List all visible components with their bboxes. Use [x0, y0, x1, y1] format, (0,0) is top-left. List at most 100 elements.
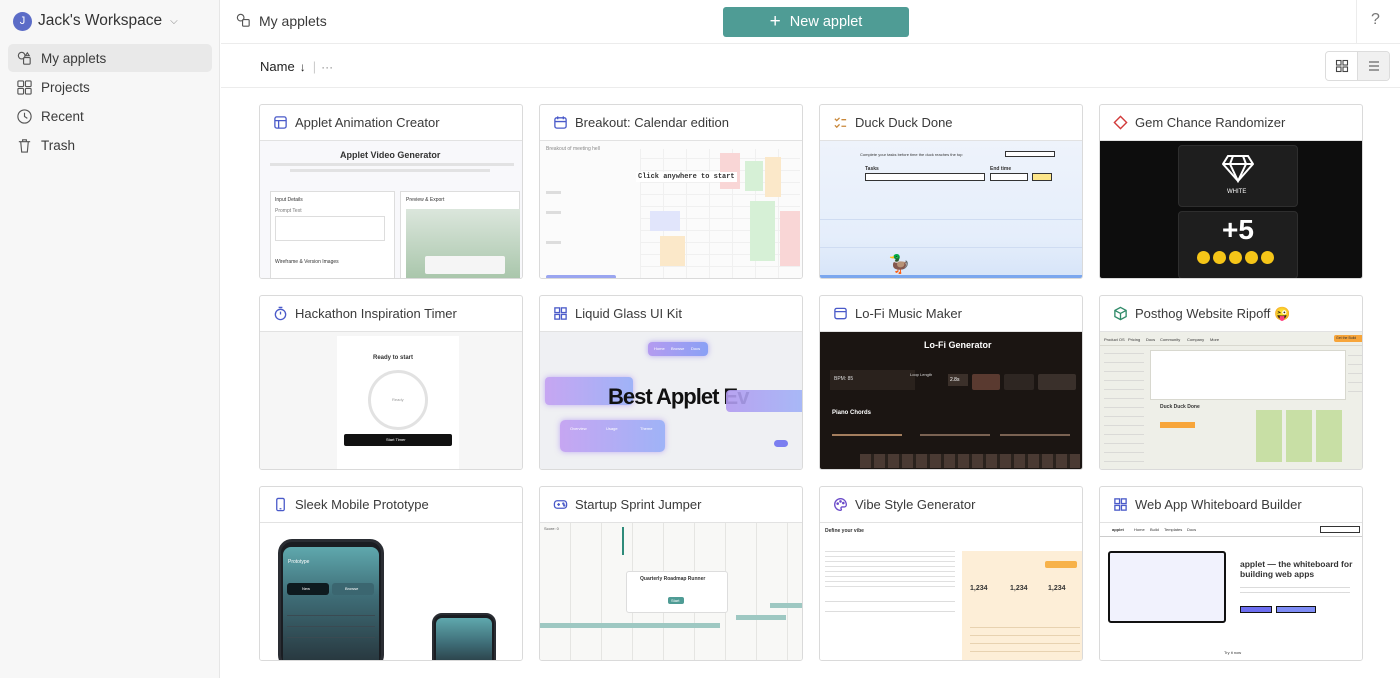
- card-title: Gem Chance Randomizer: [1135, 115, 1286, 130]
- thumb-text: Quarterly Roadmap Runner: [640, 576, 706, 582]
- sidebar-item-my-applets[interactable]: My applets: [8, 44, 212, 72]
- sidebar-nav: My applets Projects Recent Trash: [8, 44, 212, 160]
- workspace-switcher[interactable]: J Jack's Workspace ⌵: [13, 11, 178, 31]
- card-header: Vibe Style Generator: [820, 487, 1082, 523]
- applet-card[interactable]: Sleek Mobile Prototype Prototype New Bro…: [259, 486, 523, 661]
- thumb-text: +5: [1222, 214, 1254, 245]
- applet-card[interactable]: Breakout: Calendar edition Breakout of m…: [539, 104, 803, 279]
- timer-icon: [274, 306, 287, 321]
- card-header: Sleek Mobile Prototype: [260, 487, 522, 523]
- workspace-avatar: J: [13, 11, 32, 31]
- thumb-text: 1,234: [970, 585, 988, 592]
- applet-card[interactable]: Liquid Glass UI Kit Home Browse Docs Bes…: [539, 295, 803, 470]
- thumb-text: Theme: [640, 426, 653, 431]
- applet-card[interactable]: Posthog Website Ripoff 😜 Product OS Pric…: [1099, 295, 1363, 470]
- thumb-text: Overview: [570, 426, 587, 431]
- applet-card[interactable]: Web App Whiteboard Builder applet Home B…: [1099, 486, 1363, 661]
- thumb-text: Define your vibe: [825, 528, 864, 534]
- diamond-icon: [1113, 115, 1128, 130]
- sidebar-item-label: My applets: [41, 50, 107, 66]
- grid-icon: [554, 307, 567, 320]
- card-header: Gem Chance Randomizer: [1100, 105, 1362, 141]
- sidebar-item-recent[interactable]: Recent: [8, 102, 212, 130]
- thumb-text: Community: [1160, 337, 1181, 342]
- breadcrumb-label: My applets: [259, 12, 327, 29]
- card-header: Lo-Fi Music Maker: [820, 296, 1082, 332]
- browser-icon: [834, 307, 847, 320]
- thumb-text: Click anywhere to start: [636, 172, 737, 182]
- thumb-text: Duck Duck Done: [1160, 404, 1200, 410]
- thumb-text: Home: [1134, 527, 1145, 532]
- thumb-text: Browse: [345, 586, 359, 591]
- layout-icon: [274, 116, 287, 129]
- plus-icon: +: [769, 10, 781, 32]
- phone-icon: [276, 497, 285, 512]
- sidebar-item-label: Recent: [41, 108, 84, 124]
- sidebar-item-label: Trash: [41, 137, 76, 153]
- sidebar-item-trash[interactable]: Trash: [8, 131, 212, 159]
- divider: [1356, 0, 1357, 44]
- thumb-text: Tasks: [865, 166, 879, 172]
- thumb-text: 1,234: [1010, 585, 1028, 592]
- divider: |: [312, 59, 317, 74]
- card-title: Breakout: Calendar edition: [575, 115, 729, 130]
- thumb-text: Usage: [606, 426, 618, 431]
- thumb-text: Loop Length: [910, 372, 933, 377]
- card-thumbnail: Breakout of meeting hell Click anywhere …: [540, 141, 802, 278]
- card-title: Liquid Glass UI Kit: [575, 306, 682, 321]
- thumb-text: Preview & Export: [406, 197, 445, 203]
- applet-card[interactable]: Duck Duck Done Complete your tasks befor…: [819, 104, 1083, 279]
- card-title: Hackathon Inspiration Timer: [295, 306, 457, 321]
- card-header: Breakout: Calendar edition: [540, 105, 802, 141]
- applet-card[interactable]: Lo-Fi Music Maker Lo-Fi Generator BPM: 8…: [819, 295, 1083, 470]
- gamepad-icon: [553, 500, 568, 509]
- card-thumbnail: Score: 0 Quarterly Roadmap Runner Start: [540, 523, 802, 660]
- card-header: Hackathon Inspiration Timer: [260, 296, 522, 332]
- projects-icon: [17, 79, 32, 95]
- applet-card[interactable]: Vibe Style Generator Define your vibe 1,…: [819, 486, 1083, 661]
- sort-control[interactable]: Name ↓ | ···: [260, 59, 333, 74]
- grid-view-button[interactable]: [1326, 52, 1357, 80]
- sidebar-item-projects[interactable]: Projects: [8, 73, 212, 101]
- sidebar-item-label: Projects: [41, 79, 90, 95]
- card-thumbnail: WHITE +5: [1100, 141, 1362, 278]
- card-title: Startup Sprint Jumper: [575, 497, 702, 512]
- list-view-button[interactable]: [1357, 52, 1389, 80]
- thumb-text: More: [1210, 337, 1220, 342]
- card-title: Lo-Fi Music Maker: [855, 306, 962, 321]
- grid-icon: [1335, 59, 1348, 73]
- thumb-text: End time: [990, 166, 1012, 172]
- applet-card[interactable]: Startup Sprint Jumper Score: 0 Quarterly…: [539, 486, 803, 661]
- applet-card[interactable]: Gem Chance Randomizer WHITE +5: [1099, 104, 1363, 279]
- thumb-text: Start Timer: [386, 437, 406, 442]
- trash-icon: [18, 138, 31, 153]
- grid-icon: [1114, 498, 1127, 511]
- card-title: Web App Whiteboard Builder: [1135, 497, 1302, 512]
- thumb-text: Start: [671, 598, 680, 603]
- card-thumbnail: Define your vibe 1,234 1,234 1,234: [820, 523, 1082, 660]
- thumb-text: Ready: [392, 397, 404, 402]
- card-header: Applet Animation Creator: [260, 105, 522, 141]
- arrow-down-icon: ↓: [299, 59, 306, 74]
- workspace-name: Jack's Workspace: [38, 12, 163, 29]
- more-icon[interactable]: ···: [321, 60, 333, 74]
- card-thumbnail: Complete your tasks before time the duck…: [820, 141, 1082, 278]
- thumb-text: Templates: [1164, 527, 1183, 532]
- applet-card[interactable]: Hackathon Inspiration Timer Ready to sta…: [259, 295, 523, 470]
- duck-icon: 🦆: [888, 254, 911, 274]
- thumb-text: Prototype: [288, 559, 310, 565]
- thumb-text: applet — the whiteboard for building web…: [1240, 559, 1353, 579]
- thumb-text: Applet Video Generator: [340, 150, 441, 160]
- card-title: Applet Animation Creator: [295, 115, 440, 130]
- thumb-text: Try it now: [1224, 650, 1242, 655]
- card-thumbnail: Lo-Fi Generator BPM: 85 Loop Length 2.8s…: [820, 332, 1082, 469]
- view-toggle: [1325, 51, 1390, 81]
- thumb-text: Home: [654, 346, 665, 351]
- thumb-text: 2.8s: [950, 377, 960, 383]
- applets-icon: [17, 51, 31, 65]
- applet-card[interactable]: Applet Animation Creator Applet Video Ge…: [259, 104, 523, 279]
- help-button[interactable]: ?: [1371, 11, 1380, 29]
- new-applet-button[interactable]: + New applet: [723, 7, 909, 37]
- thumb-text: Company: [1187, 337, 1205, 342]
- thumb-text: Ready to start: [373, 355, 414, 361]
